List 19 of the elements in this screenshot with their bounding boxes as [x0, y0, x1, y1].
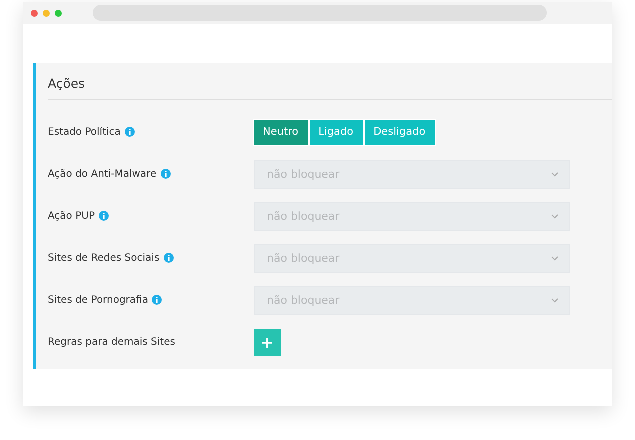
chevron-down-icon — [551, 214, 559, 218]
section-title: Ações — [48, 75, 86, 93]
field-label: Ação PUP — [48, 210, 95, 222]
chevron-down-icon — [551, 172, 559, 176]
add-button[interactable]: + — [254, 328, 281, 356]
minimize-icon[interactable] — [43, 10, 50, 16]
field-label: Regras para demais Sites — [48, 336, 176, 348]
toggle-option[interactable]: Desligado — [364, 120, 435, 144]
info-icon[interactable] — [124, 127, 135, 137]
toggle-option[interactable]: Neutro — [254, 120, 308, 144]
toggle-option[interactable]: Ligado — [310, 120, 363, 144]
field-label: Sites de Pornografia — [48, 294, 148, 306]
field-label: Estado Política — [48, 126, 121, 138]
field-label: Sites de Redes Sociais — [48, 252, 160, 264]
close-icon[interactable] — [31, 10, 38, 16]
chevron-down-icon — [551, 256, 559, 260]
field-label: Ação do Anti-Malware — [48, 168, 157, 180]
maximize-icon[interactable] — [55, 10, 62, 16]
chevron-down-icon — [551, 298, 559, 302]
